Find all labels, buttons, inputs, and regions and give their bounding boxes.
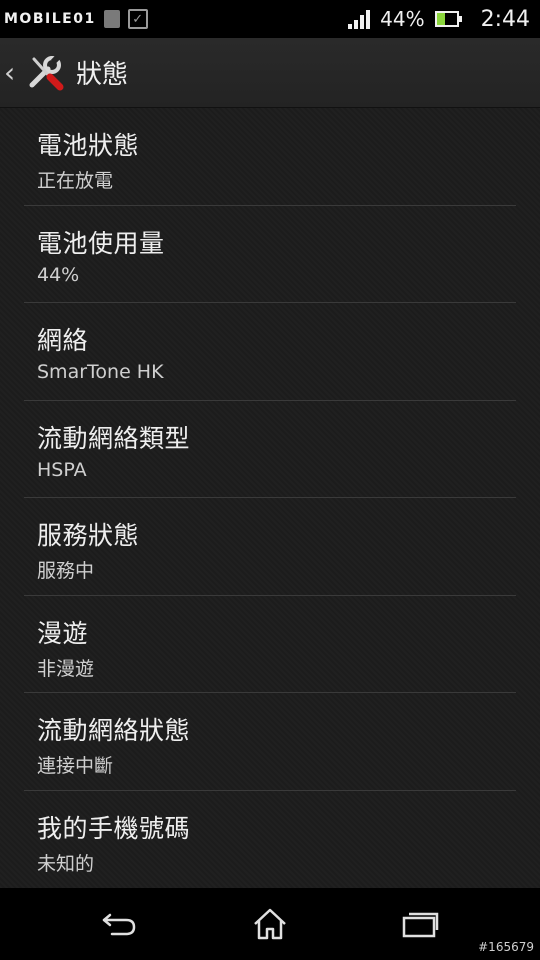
watermark-logo: MOBILE01 — [4, 11, 96, 27]
recent-apps-icon — [402, 912, 439, 938]
list-item-value: 44% — [37, 263, 80, 286]
list-item-service-state[interactable]: 服務狀態 服務中 — [0, 498, 540, 596]
image-tag: #165679 — [478, 940, 534, 954]
list-item-roaming[interactable]: 漫遊 非漫遊 — [0, 596, 540, 693]
battery-icon — [434, 11, 462, 27]
home-button[interactable] — [246, 902, 294, 946]
list-item-network[interactable]: 網絡 SmarTone HK — [0, 303, 540, 401]
list-item-title: 流動網絡類型 — [37, 423, 191, 453]
notification-icon — [103, 10, 120, 28]
status-right: 44% 2:44 — [348, 0, 530, 38]
recent-apps-button[interactable] — [396, 902, 444, 946]
list-item-value: SmarTone HK — [37, 361, 164, 383]
list-item-title: 服務狀態 — [37, 521, 140, 550]
page-title: 狀態 — [76, 60, 129, 90]
navigation-bar: #165679 — [0, 888, 540, 960]
back-icon — [102, 913, 136, 936]
up-navigation-icon[interactable]: ‹ — [4, 53, 22, 93]
checkbox-notification-icon: ✓ — [127, 9, 148, 29]
clock: 2:44 — [480, 6, 530, 32]
status-list: 電池狀態 正在放電 電池使用量 44% 網絡 SmarTone HK 流動網絡類… — [0, 108, 540, 888]
list-item-title: 電池使用量 — [37, 228, 165, 258]
list-item-title: 漫遊 — [37, 618, 89, 648]
list-item-title: 網絡 — [37, 326, 89, 355]
list-item-title: 我的手機號碼 — [37, 813, 191, 843]
list-item-network-state[interactable]: 流動網絡狀態 連接中斷 — [0, 693, 540, 791]
list-item-value: HSPA — [37, 458, 87, 481]
list-item-value: 非漫遊 — [37, 657, 95, 680]
tools-icon[interactable] — [24, 51, 68, 95]
list-item-value: 正在放電 — [37, 170, 114, 192]
list-item-value: 連接中斷 — [37, 755, 114, 777]
list-item-battery-status[interactable]: 電池狀態 正在放電 — [0, 108, 540, 206]
list-item-network-type[interactable]: 流動網絡類型 HSPA — [0, 401, 540, 498]
status-left: MOBILE01 ✓ — [0, 0, 148, 38]
battery-percent: 44% — [380, 7, 425, 31]
battery-fill — [436, 13, 446, 25]
list-item-battery-level[interactable]: 電池使用量 44% — [0, 206, 540, 303]
action-bar: ‹ 狀態 — [0, 38, 540, 108]
list-item-value: 服務中 — [37, 560, 95, 582]
list-item-title: 電池狀態 — [37, 131, 140, 160]
home-icon — [254, 908, 286, 940]
status-bar: MOBILE01 ✓ 44% 2:44 — [0, 0, 540, 38]
screen: MOBILE01 ✓ 44% 2:44 ‹ 狀態 電池狀態 正在放電 電池使用量… — [0, 0, 540, 960]
list-item-title: 流動網絡狀態 — [37, 716, 191, 745]
list-item-phone-number[interactable]: 我的手機號碼 未知的 — [0, 791, 540, 889]
signal-strength-icon — [348, 9, 371, 29]
back-button[interactable] — [96, 902, 144, 946]
list-item-value: 未知的 — [37, 852, 95, 875]
